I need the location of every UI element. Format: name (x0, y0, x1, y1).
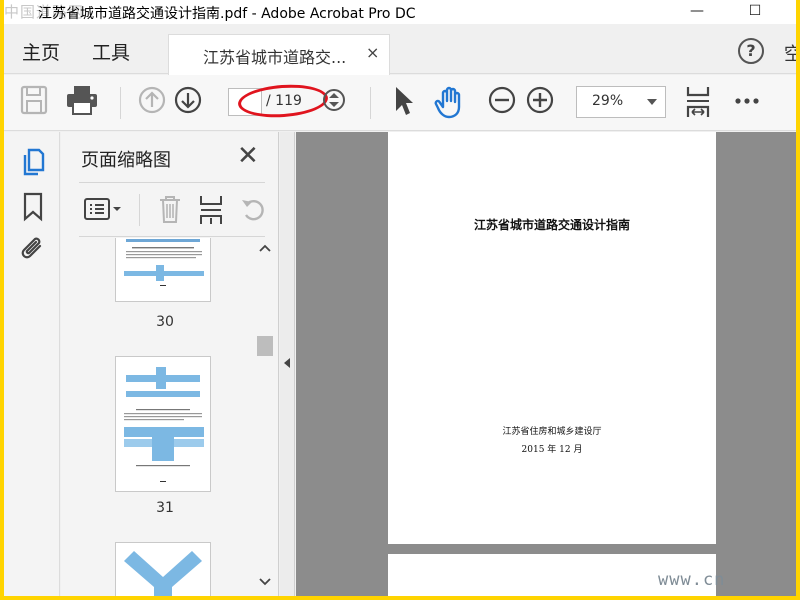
scroll-up-icon[interactable] (259, 244, 271, 252)
thumbnail-preview (124, 551, 202, 596)
minimize-button[interactable]: — (674, 0, 720, 24)
zoom-level-dropdown[interactable]: 29% (576, 86, 666, 118)
thumbnail-page[interactable] (115, 238, 211, 302)
document-organization: 江苏省住房和城乡建设厅 (502, 427, 602, 437)
tab-bar: 主页 工具 江苏省城市道路交... × ? 空 (4, 24, 796, 75)
panel-title: 页面缩略图 (81, 150, 171, 171)
thumbnail-scrollbar[interactable] (255, 238, 275, 596)
thumbnail-page-number: 31 (156, 500, 174, 516)
zoom-level-value: 29% (592, 93, 624, 109)
panel-divider (79, 236, 265, 237)
hand-tool-icon[interactable] (434, 85, 468, 119)
document-tab-label: 江苏省城市道路交... (203, 48, 347, 67)
account-menu[interactable]: 空 (784, 40, 796, 66)
thumbnail-list: 30 31 (61, 238, 261, 596)
select-cursor-icon[interactable] (392, 85, 414, 117)
site-url-watermark: www.cn (658, 570, 726, 590)
print-icon[interactable] (66, 85, 98, 115)
insert-page-icon[interactable] (197, 194, 225, 226)
thumbnail-page[interactable] (115, 356, 211, 492)
acrobat-window: 中国道路网 江苏省城市道路交通设计指南.pdf - Adobe Acrobat … (4, 0, 796, 596)
scroll-down-icon[interactable] (259, 578, 271, 586)
rotate-page-icon[interactable] (239, 194, 269, 224)
next-page-icon[interactable] (174, 85, 202, 115)
page-thumbnails-icon[interactable] (20, 146, 46, 176)
panel-divider (79, 182, 265, 183)
document-heading: 江苏省城市道路交通设计指南 (473, 218, 630, 232)
attachment-icon[interactable] (20, 234, 46, 264)
page-navigation-spinner-icon[interactable] (322, 85, 346, 115)
close-panel-icon[interactable]: ✕ (237, 141, 259, 171)
main-toolbar: / 119 29% (4, 75, 796, 131)
title-bar: 中国道路网 江苏省城市道路交通设计指南.pdf - Adobe Acrobat … (4, 0, 796, 24)
thumbnail-page-number: 30 (156, 314, 174, 330)
maximize-button[interactable]: ☐ (732, 0, 778, 24)
document-tab[interactable]: 江苏省城市道路交... × (168, 34, 390, 75)
help-icon[interactable]: ? (738, 38, 764, 64)
thumbnail-preview (124, 239, 204, 286)
thumbnail-page[interactable] (115, 542, 211, 596)
tools-tab[interactable]: 工具 (92, 38, 130, 65)
close-tab-icon[interactable]: × (366, 43, 379, 62)
collapse-arrow-icon (284, 358, 290, 368)
document-date: 2015 年 12 月 (521, 445, 583, 455)
more-options-icon[interactable] (734, 97, 760, 105)
document-view[interactable]: 江苏省城市道路交通设计指南 江苏省住房和城乡建设厅 2015 年 12 月 ww… (296, 132, 796, 596)
zoom-in-icon[interactable] (526, 85, 554, 115)
save-icon[interactable] (20, 85, 48, 115)
home-tab[interactable]: 主页 (22, 38, 60, 65)
thumbnail-panel: 页面缩略图 ✕ 30 31 (61, 132, 279, 596)
scrollbar-thumb[interactable] (257, 336, 273, 356)
zoom-out-icon[interactable] (488, 85, 516, 115)
bookmark-icon[interactable] (22, 192, 44, 222)
panel-collapse-handle[interactable] (280, 132, 295, 596)
thumbnail-options-icon[interactable] (83, 196, 123, 222)
window-title: 江苏省城市道路交通设计指南.pdf - Adobe Acrobat Pro DC (38, 6, 416, 22)
toolbar-divider (120, 87, 121, 119)
chevron-down-icon (647, 99, 657, 105)
document-page: 江苏省城市道路交通设计指南 江苏省住房和城乡建设厅 2015 年 12 月 (388, 132, 716, 544)
delete-page-icon[interactable] (157, 194, 183, 224)
thumbnail-preview (124, 367, 204, 482)
navigation-rail (4, 132, 60, 596)
previous-page-icon[interactable] (138, 85, 166, 115)
toolbar-divider (370, 87, 371, 119)
panel-toolbar-divider (139, 194, 140, 226)
fit-page-icon[interactable] (684, 85, 712, 119)
